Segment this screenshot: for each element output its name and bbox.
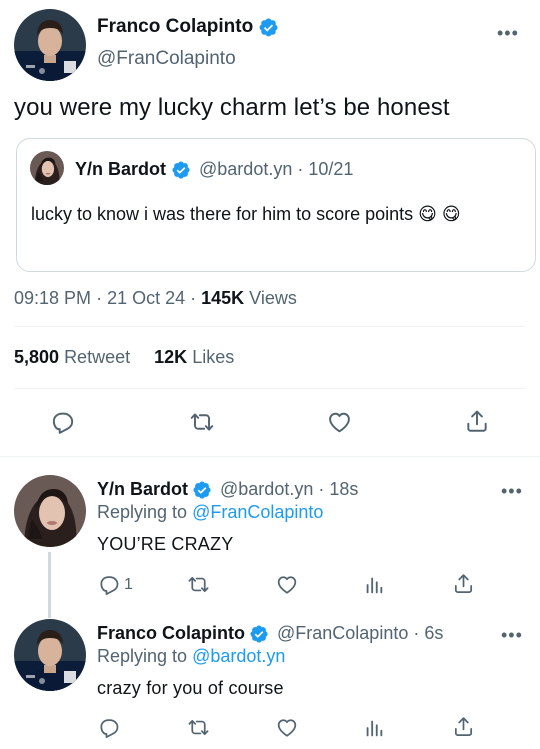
like-button[interactable] [275, 716, 299, 739]
retweet-icon [188, 409, 216, 435]
section-divider [0, 456, 540, 457]
tweet-text: you were my lucky charm let’s be honest [14, 94, 450, 121]
views-count: 145K [201, 288, 245, 308]
tweet-author[interactable]: Franco Colapinto [97, 16, 279, 38]
share-button[interactable] [464, 408, 490, 434]
like-button[interactable] [326, 409, 353, 435]
reply-author-name[interactable]: Franco Colapinto [97, 623, 245, 644]
retweets-stat[interactable]: 5,800 Retweet [14, 347, 130, 367]
quote-author-avatar[interactable] [30, 151, 64, 185]
views-button[interactable] [363, 717, 385, 739]
retweets-count: 5,800 [14, 347, 60, 367]
replying-to: Replying to @FranColapinto [97, 502, 323, 523]
verified-badge-icon [249, 624, 269, 644]
reply-author-handle[interactable]: @bardot.yn [220, 479, 313, 500]
quote-author-handle[interactable]: @bardot.yn [199, 159, 292, 180]
replying-to-handle[interactable]: @FranColapinto [192, 502, 323, 522]
retweet-icon [186, 716, 211, 739]
reply-author-name[interactable]: Y/n Bardot [97, 479, 188, 500]
retweet-icon [186, 573, 211, 596]
share-button[interactable] [452, 572, 475, 595]
quote-author-name[interactable]: Y/n Bardot [75, 159, 166, 180]
retweet-button[interactable] [186, 573, 211, 596]
reply-icon [97, 573, 120, 596]
divider [14, 326, 526, 327]
author-handle[interactable]: @FranColapinto [97, 48, 236, 70]
verified-badge-icon [171, 160, 191, 180]
reply-icon [49, 409, 75, 435]
quoted-tweet[interactable]: Y/n Bardot @bardot.yn · 10/21 lucky to k… [16, 138, 536, 272]
author-avatar[interactable] [14, 9, 86, 81]
reply-author-handle[interactable]: @FranColapinto [277, 623, 408, 644]
reply-button[interactable] [97, 716, 120, 739]
tweet-meta: 09:18 PM · 21 Oct 24 · 145K Views [14, 288, 297, 308]
quote-date: · 10/21 [297, 159, 354, 179]
reply-button[interactable] [49, 409, 75, 435]
quote-text: lucky to know i was there for him to sco… [31, 204, 461, 224]
quote-header: Y/n Bardot @bardot.yn · 10/21 [75, 159, 353, 180]
reply-author-avatar[interactable] [14, 619, 86, 691]
more-options-icon[interactable]: ••• [501, 626, 523, 644]
avatar-image [14, 619, 86, 691]
reply-icon [97, 716, 120, 739]
views-button[interactable] [363, 574, 385, 596]
share-icon [452, 572, 475, 595]
reply-count: 1 [124, 575, 133, 593]
views-icon [363, 574, 385, 596]
likes-label: Likes [192, 347, 235, 367]
reply-text: YOU’RE CRAZY [97, 534, 234, 554]
share-button[interactable] [452, 715, 475, 738]
reply-text: crazy for you of course [97, 678, 284, 698]
author-name[interactable]: Franco Colapinto [97, 16, 253, 38]
replying-to: Replying to @bardot.yn [97, 646, 285, 667]
reply-button[interactable]: 1 [97, 573, 133, 596]
tweet-stats: 5,800 Retweet 12K Likes [14, 347, 234, 368]
more-options-icon[interactable]: ••• [497, 24, 519, 42]
divider [14, 388, 526, 389]
likes-stat[interactable]: 12K Likes [154, 347, 234, 367]
views-icon [363, 717, 385, 739]
heart-icon [326, 409, 353, 435]
heart-icon [275, 716, 299, 739]
verified-badge-icon [258, 17, 279, 38]
views-label: Views [249, 288, 297, 308]
heart-icon [275, 573, 299, 596]
tweet-time: 09:18 PM [14, 288, 92, 308]
like-button[interactable] [275, 573, 299, 596]
thread-line [48, 552, 51, 618]
likes-count: 12K [154, 347, 188, 367]
reply-time: · 18s [318, 479, 359, 499]
verified-badge-icon [192, 480, 212, 500]
avatar-image [14, 9, 86, 81]
more-options-icon[interactable]: ••• [501, 482, 523, 500]
share-icon [452, 715, 475, 738]
retweet-button[interactable] [188, 409, 216, 435]
retweet-button[interactable] [186, 716, 211, 739]
avatar-image [14, 475, 86, 547]
tweet-date: 21 Oct 24 [107, 288, 186, 308]
avatar-image [30, 151, 64, 185]
retweets-label: Retweet [64, 347, 131, 367]
reply-header: Y/n Bardot @bardot.yn · 18s [97, 479, 358, 500]
share-icon [464, 408, 490, 434]
replying-to-handle[interactable]: @bardot.yn [192, 646, 285, 666]
reply-header: Franco Colapinto @FranColapinto · 6s [97, 623, 443, 644]
reply-author-avatar[interactable] [14, 475, 86, 547]
reply-time: · 6s [413, 623, 444, 643]
replying-to-prefix: Replying to [97, 646, 188, 666]
replying-to-prefix: Replying to [97, 502, 188, 522]
